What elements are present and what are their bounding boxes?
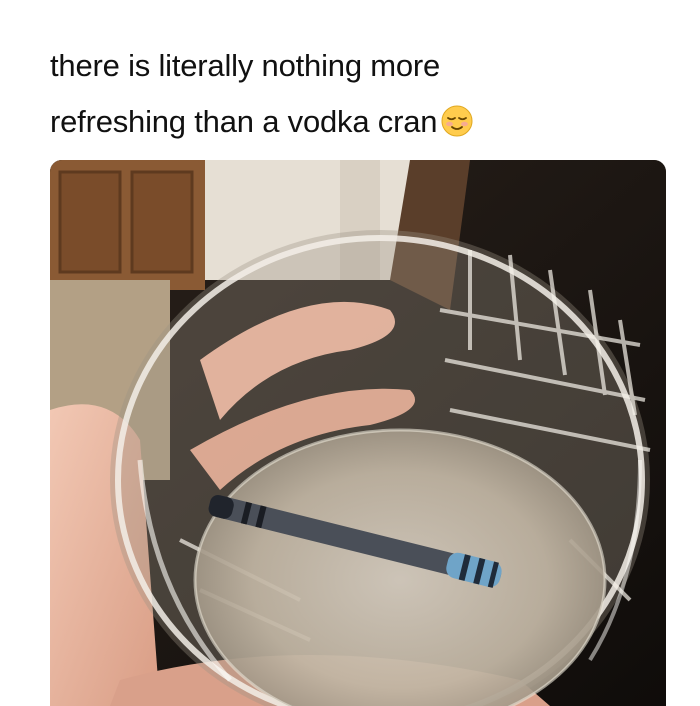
relieved-face-emoji-icon	[441, 105, 473, 137]
caption-line-2: refreshing than a vodka cran	[50, 94, 670, 150]
caption-line-2-text: refreshing than a vodka cran	[50, 104, 438, 139]
post-caption: there is literally nothing more refreshi…	[50, 38, 670, 150]
post-photo	[50, 160, 666, 706]
photo-illustration	[50, 160, 666, 706]
caption-line-1: there is literally nothing more	[50, 48, 441, 83]
